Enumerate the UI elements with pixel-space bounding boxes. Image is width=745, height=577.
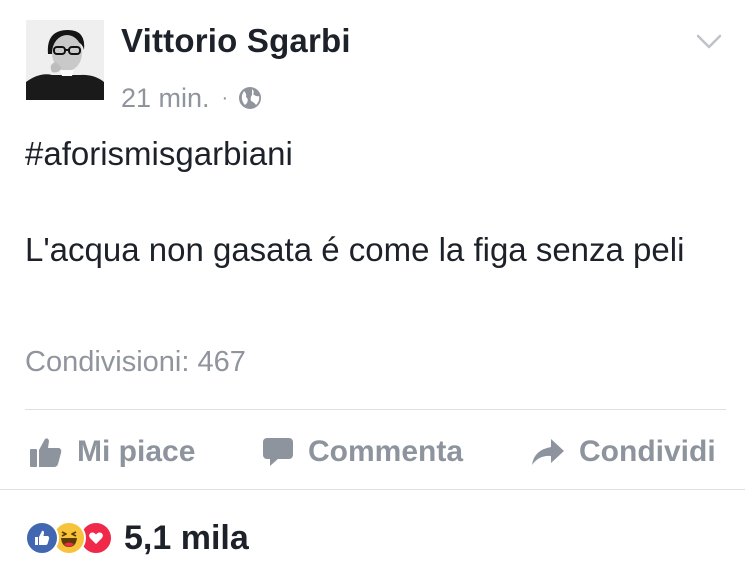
author-name[interactable]: Vittorio Sgarbi [121, 22, 351, 60]
reactions-count[interactable]: 5,1 mila [124, 519, 249, 558]
post-meta: 21 min. · [121, 80, 262, 116]
post-text: L'acqua non gasata é come la figa senza … [25, 231, 685, 268]
reactions-summary[interactable]: 5,1 mila [25, 515, 249, 561]
shares-count[interactable]: Condivisioni: 467 [25, 346, 246, 379]
divider [0, 489, 745, 490]
like-button[interactable]: Mi piace [29, 430, 195, 474]
share-label: Condividi [579, 435, 716, 468]
post-hashtag[interactable]: #aforismisgarbiani [25, 135, 293, 173]
divider [25, 409, 726, 410]
avatar-image [26, 20, 104, 100]
comment-icon [263, 438, 293, 466]
like-icon [25, 521, 59, 555]
like-label: Mi piace [77, 435, 196, 468]
share-button[interactable]: Condividi [531, 430, 716, 474]
globe-icon [239, 87, 262, 109]
post-time[interactable]: 21 min. [121, 83, 210, 114]
share-arrow-icon [532, 439, 564, 465]
comment-button[interactable]: Commenta [262, 430, 463, 474]
comment-label: Commenta [308, 435, 464, 468]
chevron-down-icon[interactable] [696, 34, 722, 50]
author-avatar[interactable] [26, 20, 104, 100]
meta-separator: · [221, 86, 229, 109]
thumbs-up-icon [30, 438, 62, 467]
